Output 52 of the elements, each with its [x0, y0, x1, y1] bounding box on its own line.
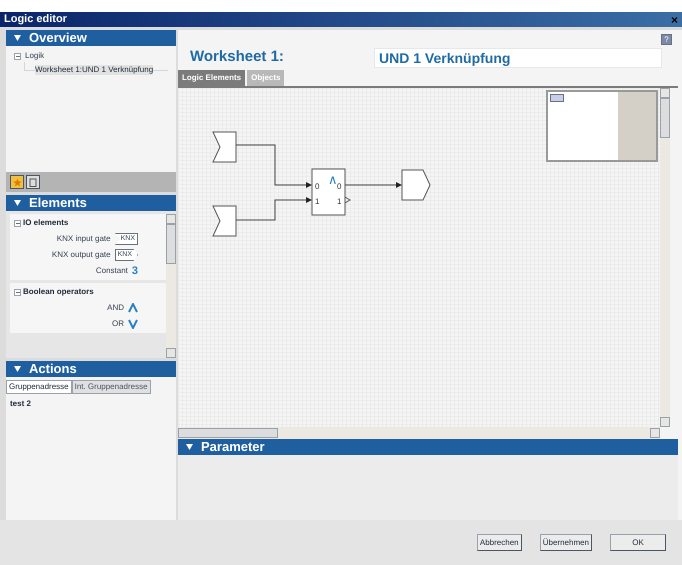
input-port-label: 0 — [315, 182, 320, 191]
collapse-triangle-icon[interactable] — [14, 366, 21, 372]
collapse-triangle-icon[interactable] — [14, 200, 21, 206]
input-port-label: 1 — [315, 197, 320, 206]
element-label[interactable]: KNX input gate — [56, 233, 111, 245]
actions-header: Actions — [6, 361, 176, 377]
collapse-icon[interactable] — [14, 52, 21, 60]
output-port-label: 0 — [337, 182, 342, 191]
group-label: IO elements — [23, 217, 68, 229]
element-label[interactable]: KNX output gate — [52, 249, 111, 261]
tab[interactable]: Logic Elements — [178, 70, 246, 86]
dialog-button[interactable]: Abbrechen — [476, 534, 522, 551]
trash-icon — [29, 178, 37, 186]
delete-button[interactable] — [26, 175, 40, 189]
group-label: Boolean operators — [23, 286, 94, 298]
logic-gate-box — [312, 168, 346, 216]
worksheet-name-field[interactable]: UND 1 Verknüpfung — [374, 48, 662, 68]
output-port-label: 1 — [337, 197, 342, 206]
minimap-viewport[interactable] — [550, 94, 564, 102]
element-label[interactable]: OR — [112, 318, 124, 330]
tree-item[interactable]: Logik — [25, 50, 44, 62]
collapse-icon[interactable] — [14, 220, 21, 226]
star-icon — [12, 178, 22, 186]
dialog-button[interactable]: OK — [610, 534, 666, 551]
connector-arrow — [344, 182, 402, 188]
vertical-scrollbar[interactable] — [660, 88, 670, 427]
elements-header: Elements — [6, 195, 176, 211]
window-title: Logic editor — [4, 12, 67, 28]
collapse-triangle-icon[interactable] — [14, 35, 21, 41]
action-item[interactable]: test 2 — [6, 394, 176, 410]
output-gate-shape — [402, 170, 431, 200]
collapse-triangle-icon[interactable] — [186, 444, 193, 450]
close-button[interactable]: × — [670, 14, 678, 26]
or-icon[interactable] — [128, 319, 138, 329]
gate-symbol: ∧ — [328, 172, 338, 187]
horizontal-scrollbar[interactable] — [178, 427, 660, 439]
vertical-scrollbar[interactable] — [166, 214, 176, 358]
collapse-icon[interactable] — [14, 288, 21, 296]
worksheet-label: Worksheet 1: — [190, 46, 284, 66]
and-icon[interactable] — [128, 303, 138, 313]
tab[interactable]: Int. Gruppenadresse — [72, 380, 151, 394]
element-label[interactable]: AND — [107, 302, 124, 314]
minimap[interactable] — [546, 90, 658, 162]
inverted-output-icon — [344, 196, 351, 204]
tree-item[interactable]: Worksheet 1:UND 1 Verknüpfung — [35, 65, 154, 75]
overview-header: Overview — [6, 30, 176, 46]
dialog-button[interactable]: Übernehmen — [540, 534, 592, 551]
element-label[interactable]: Constant — [96, 265, 128, 277]
star-button[interactable] — [10, 175, 24, 189]
parameter-header: Parameter — [178, 439, 678, 455]
constant-symbol[interactable]: 3 — [132, 262, 138, 280]
tab[interactable]: Gruppenadresse — [6, 380, 72, 394]
